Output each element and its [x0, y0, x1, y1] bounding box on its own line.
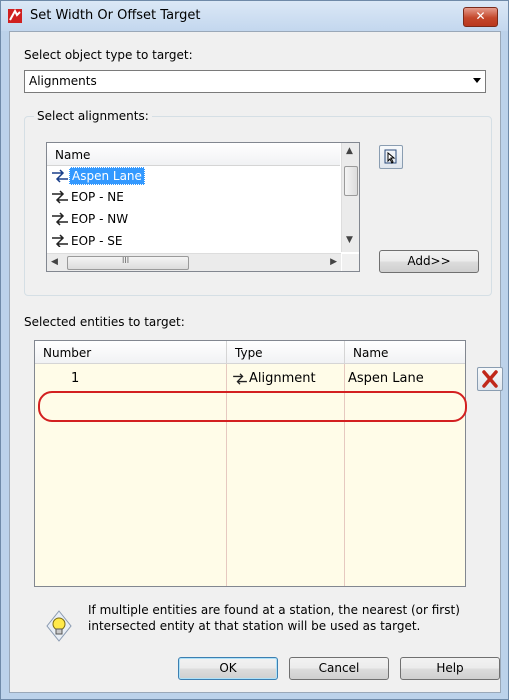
scroll-corner — [342, 254, 359, 271]
pick-from-drawing-icon — [384, 149, 397, 164]
list-item-label: EOP - SE — [71, 234, 123, 247]
column-header-name[interactable]: Name — [353, 346, 388, 360]
header-separator — [226, 341, 227, 363]
pick-from-drawing-button[interactable] — [379, 145, 403, 169]
name-column-header: Name — [55, 148, 91, 162]
dialog-window: Set Width Or Offset Target ✕ Select obje… — [0, 0, 509, 700]
table-header: Number Type Name — [35, 341, 465, 364]
alignments-group-label: Select alignments: — [34, 109, 152, 123]
horizontal-scrollbar[interactable]: ◀ III ▶ — [47, 253, 341, 271]
scroll-right-icon[interactable]: ▶ — [330, 257, 337, 267]
header-separator — [344, 341, 345, 363]
delete-icon — [482, 370, 498, 388]
list-item-label: Aspen Lane — [69, 167, 145, 185]
close-button[interactable]: ✕ — [463, 7, 498, 27]
vertical-scrollbar[interactable]: ▲ ▼ — [341, 143, 359, 252]
cell-type-label: Alignment — [249, 371, 316, 386]
help-button[interactable]: Help — [400, 657, 500, 680]
cell-name: Aspen Lane — [348, 371, 424, 386]
annotation-highlight — [38, 391, 467, 422]
list-item-label: EOP - NE — [71, 190, 124, 204]
info-tip-text: If multiple entities are found at a stat… — [88, 603, 460, 633]
alignment-icon — [52, 212, 68, 226]
object-type-label: Select object type to target: — [24, 48, 193, 62]
object-type-dropdown[interactable]: Alignments — [24, 70, 486, 93]
alignment-icon — [52, 234, 68, 247]
list-item[interactable]: EOP - NW — [51, 211, 130, 230]
alignment-icon — [52, 190, 68, 204]
cell-type: Alignment — [231, 371, 316, 386]
scroll-down-icon[interactable]: ▼ — [346, 235, 353, 245]
add-button[interactable]: Add>> — [379, 250, 479, 273]
window-title: Set Width Or Offset Target — [30, 8, 201, 23]
selected-entities-label: Selected entities to target: — [24, 315, 185, 329]
close-icon: ✕ — [475, 9, 486, 23]
app-icon — [8, 8, 22, 23]
scroll-up-icon[interactable]: ▲ — [346, 146, 353, 156]
table-row[interactable]: 1 Alignment Aspen Lane — [35, 363, 465, 393]
list-item[interactable]: EOP - SE — [51, 233, 124, 247]
scroll-grip-label: III — [122, 256, 130, 265]
alignments-list[interactable]: Name Aspen Lane EOP - NE EOP - NW EOP - … — [46, 142, 360, 272]
scroll-thumb-horizontal[interactable]: III — [67, 256, 189, 270]
column-header-number[interactable]: Number — [43, 346, 91, 360]
cancel-button[interactable]: Cancel — [289, 657, 389, 680]
title-bar[interactable]: Set Width Or Offset Target ✕ — [1, 1, 508, 31]
chevron-down-icon — [473, 78, 481, 83]
alignments-list-header[interactable]: Name — [47, 143, 340, 166]
ok-button[interactable]: OK — [178, 657, 278, 680]
scroll-thumb[interactable] — [344, 166, 358, 196]
dialog-body: Select object type to target: Alignments… — [9, 31, 503, 693]
selected-entities-table[interactable]: Number Type Name 1 Alignment Aspen Lane — [34, 340, 466, 587]
object-type-value: Alignments — [29, 74, 97, 88]
cell-number: 1 — [71, 371, 80, 386]
list-item[interactable]: EOP - NE — [51, 189, 126, 208]
alignment-icon — [52, 169, 68, 183]
list-item[interactable]: Aspen Lane — [51, 167, 145, 186]
alignment-icon — [233, 372, 247, 385]
column-header-type[interactable]: Type — [235, 346, 263, 360]
lightbulb-icon — [46, 610, 72, 642]
delete-entity-button[interactable] — [477, 367, 503, 391]
scroll-left-icon[interactable]: ◀ — [51, 257, 58, 267]
list-item-label: EOP - NW — [71, 212, 129, 226]
